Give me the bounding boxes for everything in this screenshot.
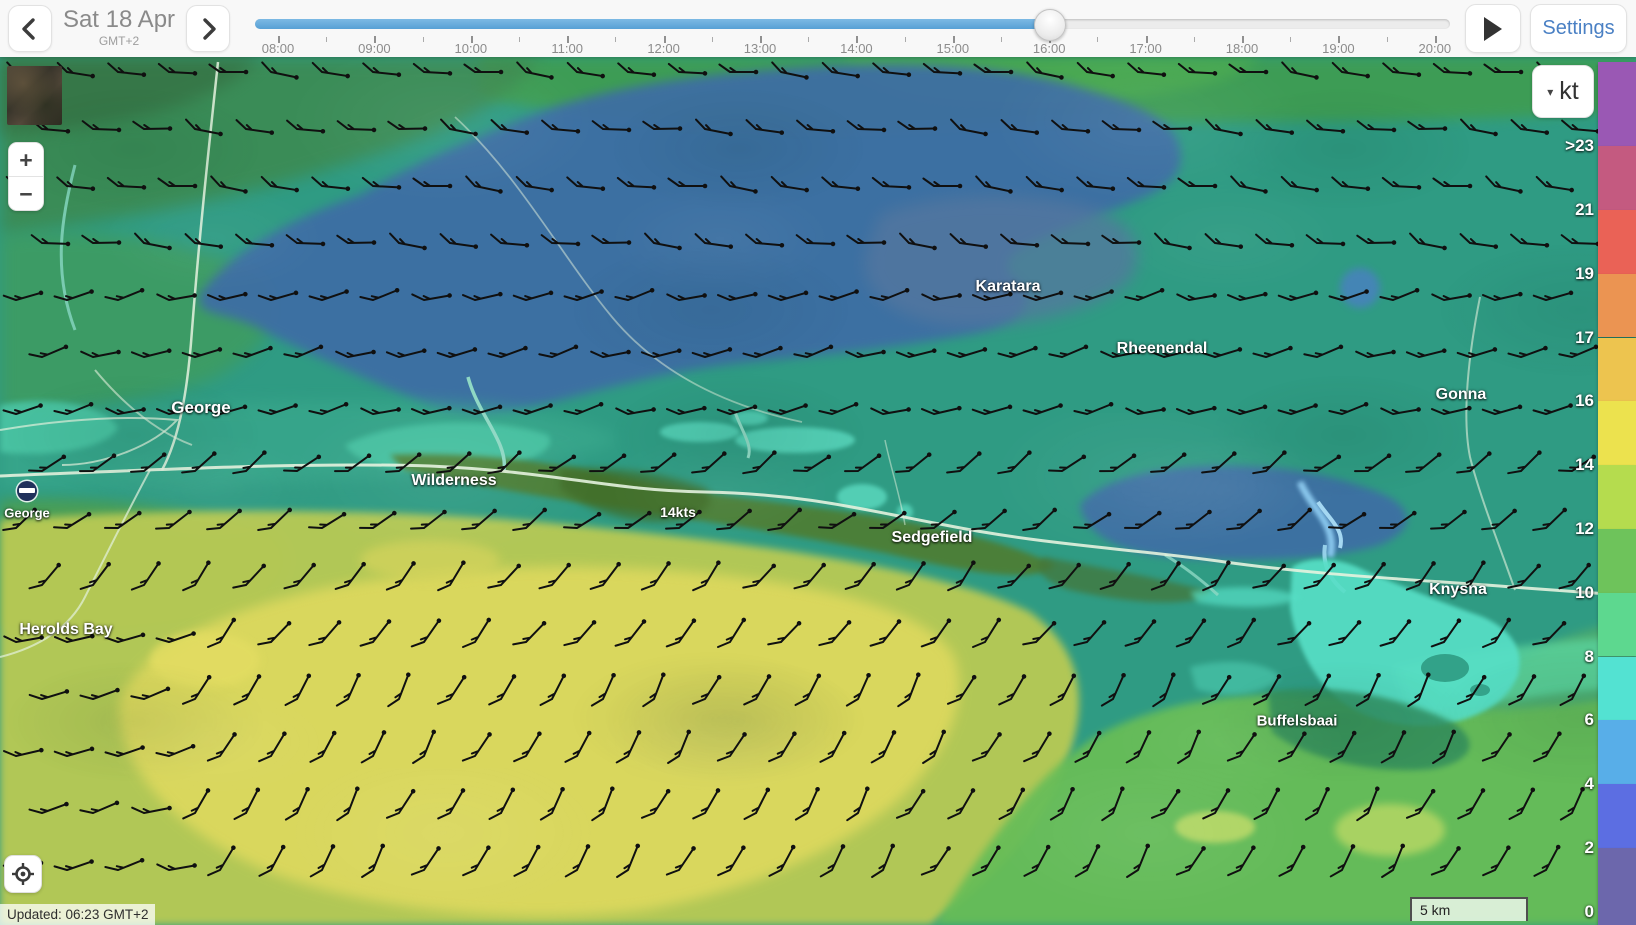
next-day-button[interactable] — [186, 5, 230, 52]
hour-tick-label: 20:00 — [1419, 41, 1452, 56]
date-label: Sat 18 Apr — [54, 7, 184, 33]
place-label: Buffelsbaai — [1257, 713, 1338, 730]
toolbar: Sat 18 Apr GMT+2 08:00 09:00 10:00 11:00 12:… — [0, 0, 1636, 57]
legend-tick-label: 19 — [1575, 264, 1594, 284]
half-hour-tick — [519, 37, 520, 42]
unit-dropdown[interactable]: ▾ kt — [1532, 65, 1594, 118]
wind-report-label: 14kts — [660, 504, 696, 520]
legend-tick-label: >23 — [1565, 136, 1594, 156]
legend-color-segment — [1598, 338, 1636, 402]
place-label: Wilderness — [411, 472, 496, 490]
legend-color-segment — [1598, 848, 1636, 925]
legend-tick-label: 10 — [1575, 583, 1594, 603]
legend-color-segment — [1598, 146, 1636, 210]
legend-tick-label: 8 — [1585, 647, 1594, 667]
hour-tick-label: 11:00 — [551, 41, 583, 56]
map-scale-bar: 5 km — [1410, 897, 1528, 921]
half-hour-tick — [1194, 37, 1195, 42]
place-label: Karatara — [976, 278, 1041, 296]
legend-tick-label: 2 — [1585, 838, 1594, 858]
hour-tick-label: 14:00 — [840, 41, 873, 56]
legend-color-segment — [1598, 465, 1636, 529]
half-hour-tick — [615, 37, 616, 42]
hour-tick-label: 15:00 — [937, 41, 970, 56]
time-slider-track[interactable] — [255, 19, 1450, 29]
half-hour-tick — [1290, 37, 1291, 42]
hour-tick-label: 10:00 — [455, 41, 488, 56]
half-hour-tick — [1387, 37, 1388, 42]
legend-tick-label: 6 — [1585, 710, 1594, 730]
weather-app: George Karatara Rheenendal Gonna Wilderness S… — [0, 0, 1636, 925]
legend-tick-label: 0 — [1585, 902, 1594, 922]
chevron-left-icon — [19, 16, 41, 42]
half-hour-tick — [1097, 37, 1098, 42]
hour-tick-label: 08:00 — [262, 41, 295, 56]
half-hour-tick — [423, 37, 424, 42]
zoom-in-button[interactable]: + — [9, 143, 43, 176]
legend-tick-label: 21 — [1575, 200, 1594, 220]
map-canvas[interactable] — [0, 57, 1636, 925]
settings-button[interactable]: Settings — [1530, 4, 1627, 53]
time-slider-fill — [255, 19, 1049, 29]
legend-color-segment — [1598, 62, 1636, 146]
hour-tick-label: 09:00 — [358, 41, 391, 56]
place-label: Herolds Bay — [19, 621, 112, 639]
wind-speed-overlay — [0, 57, 1636, 925]
place-label: George — [4, 506, 50, 521]
legend-color-segment — [1598, 720, 1636, 784]
legend-tick-label: 14 — [1575, 455, 1594, 475]
unit-label: kt — [1559, 77, 1578, 106]
play-button[interactable] — [1465, 4, 1521, 53]
legend-color-segment — [1598, 593, 1636, 657]
hour-tick-label: 13:00 — [744, 41, 777, 56]
hour-tick-label: 18:00 — [1226, 41, 1259, 56]
place-label: Gonna — [1436, 386, 1487, 404]
legend-tick-label: 17 — [1575, 328, 1594, 348]
half-hour-tick — [712, 37, 713, 42]
prev-day-button[interactable] — [8, 5, 52, 52]
unrendered-map-tile — [7, 66, 62, 125]
half-hour-tick — [1001, 37, 1002, 42]
hour-tick-label: 19:00 — [1322, 41, 1355, 56]
hour-tick-label: 16:00 — [1033, 41, 1066, 56]
legend-color-segment — [1598, 784, 1636, 848]
half-hour-tick — [905, 37, 906, 42]
crosshair-icon — [11, 862, 35, 886]
chevron-down-icon: ▾ — [1547, 85, 1553, 99]
road-shield-icon — [17, 481, 37, 501]
chevron-right-icon — [197, 16, 219, 42]
place-label: Sedgefield — [892, 529, 973, 547]
place-label: Rheenendal — [1117, 340, 1208, 358]
play-icon — [1483, 17, 1503, 41]
place-label: Knysna — [1429, 581, 1487, 599]
timezone-label: GMT+2 — [54, 34, 184, 48]
time-slider-handle[interactable] — [1034, 9, 1066, 41]
legend-tick-label: 16 — [1575, 391, 1594, 411]
map-zoom-control: + − — [8, 142, 44, 211]
hour-tick-label: 17:00 — [1129, 41, 1162, 56]
zoom-out-button[interactable]: − — [9, 177, 43, 210]
legend-color-segment — [1598, 529, 1636, 593]
half-hour-tick — [326, 37, 327, 42]
locate-me-button[interactable] — [4, 855, 42, 893]
half-hour-tick — [808, 37, 809, 42]
updated-status: Updated: 06:23 GMT+2 — [0, 904, 155, 925]
legend-tick-label: 12 — [1575, 519, 1594, 539]
hour-tick-label: 12:00 — [647, 41, 680, 56]
legend-color-segment — [1598, 657, 1636, 721]
legend-color-segment — [1598, 274, 1636, 338]
date-display: Sat 18 Apr GMT+2 — [54, 7, 184, 48]
legend-color-segment — [1598, 210, 1636, 274]
legend-tick-label: 4 — [1585, 774, 1594, 794]
place-label: George — [171, 398, 231, 418]
legend-color-segment — [1598, 401, 1636, 465]
